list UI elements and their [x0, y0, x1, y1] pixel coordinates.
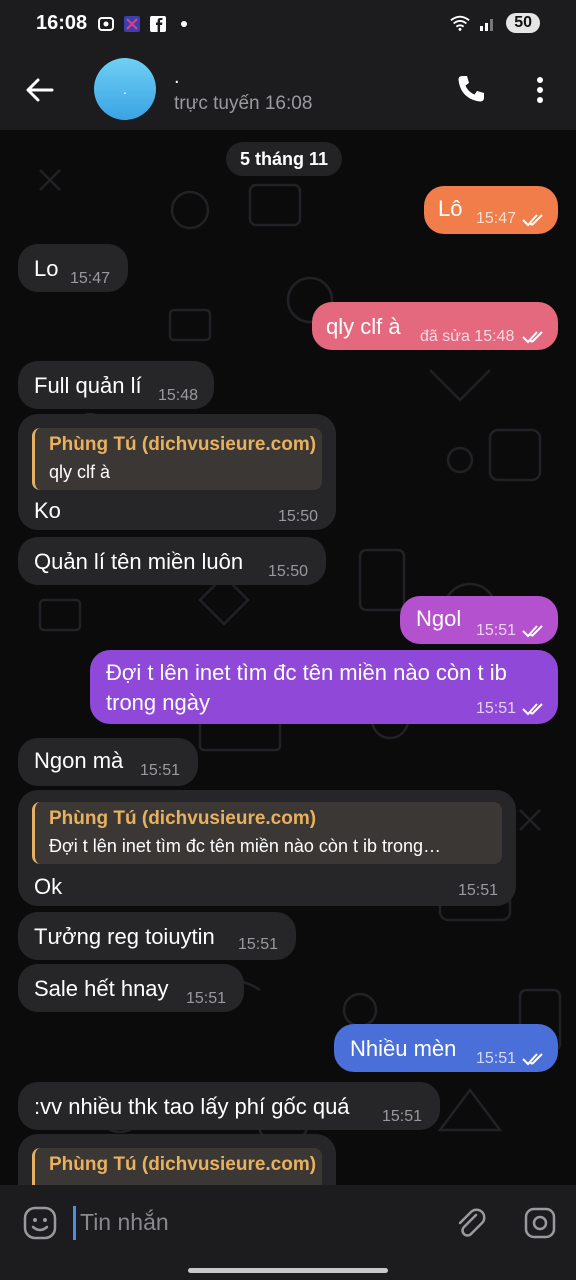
paperclip-icon	[458, 1208, 486, 1237]
message-bubble-incoming-reply[interactable]: Phùng Tú (dichvusieure.com) Đợi t lên in…	[18, 790, 516, 906]
wifi-icon	[450, 13, 470, 33]
double-check-icon	[522, 1053, 543, 1066]
chat-header: . . trực tuyến 16:08	[0, 52, 576, 130]
message-bubble-incoming-reply[interactable]: Phùng Tú (dichvusieure.com)	[18, 1134, 336, 1185]
message-time: đã sửa 15:48	[420, 328, 515, 345]
text-caret	[73, 1206, 76, 1240]
message-bubble-incoming[interactable]: Full quản lí 15:48	[18, 361, 214, 409]
message-text-line2: trong ngày	[106, 690, 210, 715]
reply-preview[interactable]: Phùng Tú (dichvusieure.com) Đợi t lên in…	[32, 802, 502, 864]
message-text: Lo	[34, 256, 59, 281]
message-time: 15:51	[476, 700, 517, 717]
message-text: Ko	[34, 498, 61, 523]
message-time: 15:51	[382, 1108, 423, 1125]
status-time: 16:08	[36, 12, 88, 34]
message-bubble-incoming[interactable]: Sale hết hnay 15:51	[18, 964, 244, 1012]
message-text: Đợi t lên inet tìm đc tên miền nào còn t…	[106, 660, 507, 685]
app-notification-icon	[122, 14, 142, 34]
navigation-handle[interactable]	[188, 1268, 388, 1273]
camera-button[interactable]	[522, 1205, 558, 1241]
status-bar: 16:08 50	[0, 0, 576, 52]
avatar[interactable]: .	[94, 58, 156, 120]
attach-button[interactable]	[452, 1205, 488, 1241]
message-time: 15:47	[476, 210, 517, 227]
battery-indicator: 50	[506, 13, 540, 33]
message-bubble-outgoing[interactable]: qly clf à đã sửa 15:48	[312, 302, 558, 350]
message-text: Quản lí tên miền luôn	[34, 549, 244, 574]
composer-bar	[0, 1185, 576, 1280]
message-time: 15:51	[140, 762, 181, 779]
message-bubble-outgoing[interactable]: Ngol 15:51	[400, 596, 558, 644]
emoji-button[interactable]	[22, 1205, 58, 1241]
facebook-icon	[148, 14, 168, 34]
message-time: 15:48	[158, 387, 199, 404]
message-text: Ngon mà	[34, 748, 124, 773]
online-status: trực tuyến 16:08	[174, 93, 313, 114]
message-text: :vv nhiều thk tao lấy phí gốc quá	[34, 1094, 350, 1119]
message-input[interactable]	[80, 1202, 440, 1242]
signal-icon	[478, 13, 498, 33]
reply-preview[interactable]: Phùng Tú (dichvusieure.com) qly clf à	[32, 428, 322, 490]
message-text: Ok	[34, 874, 63, 899]
message-text: qly clf à	[326, 314, 401, 339]
reply-author: Phùng Tú (dichvusieure.com)	[49, 808, 317, 829]
phone-icon	[458, 76, 484, 102]
message-time: 15:51	[476, 622, 517, 639]
camera-icon	[524, 1207, 556, 1239]
chat-title[interactable]: .	[174, 66, 180, 89]
double-check-icon	[522, 625, 543, 638]
message-time: 15:51	[458, 882, 499, 899]
emoji-icon	[23, 1206, 57, 1240]
message-text: Tưởng reg toiuytin	[34, 924, 215, 949]
message-time: 15:51	[476, 1050, 517, 1067]
message-time: 15:50	[268, 563, 309, 580]
screenshot-icon	[96, 14, 116, 34]
reply-preview[interactable]: Phùng Tú (dichvusieure.com)	[32, 1148, 322, 1185]
double-check-icon	[522, 703, 543, 716]
message-bubble-incoming-reply[interactable]: Phùng Tú (dichvusieure.com) qly clf à Ko…	[18, 414, 336, 530]
message-bubble-outgoing[interactable]: Nhiều mèn 15:51	[334, 1024, 558, 1072]
message-bubble-outgoing[interactable]: Lô 15:47	[424, 186, 558, 234]
call-button[interactable]	[454, 72, 488, 106]
reply-author: Phùng Tú (dichvusieure.com)	[49, 1154, 317, 1175]
back-button[interactable]	[22, 72, 58, 108]
message-bubble-incoming[interactable]: Tưởng reg toiuytin 15:51	[18, 912, 296, 960]
more-menu-button[interactable]	[526, 72, 554, 108]
message-bubble-incoming[interactable]: Quản lí tên miền luôn 15:50	[18, 537, 326, 585]
reply-text: Đợi t lên inet tìm đc tên miền nào còn t…	[49, 836, 441, 856]
arrow-left-icon	[26, 78, 54, 102]
date-separator: 5 tháng 11	[226, 142, 343, 176]
reply-text: qly clf à	[49, 462, 111, 482]
message-text: Sale hết hnay	[34, 976, 169, 1001]
message-time: 15:50	[278, 508, 319, 525]
message-bubble-outgoing[interactable]: Đợi t lên inet tìm đc tên miền nào còn t…	[90, 650, 558, 724]
dot-icon	[174, 14, 194, 34]
double-check-icon	[522, 331, 543, 344]
message-text: Lô	[438, 196, 463, 221]
message-text: Full quản lí	[34, 373, 142, 398]
message-time: 15:47	[70, 270, 111, 287]
message-list[interactable]: 5 tháng 11 Lô 15:47 Lo 15:47 qly clf à đ…	[0, 130, 576, 1185]
message-bubble-incoming[interactable]: :vv nhiều thk tao lấy phí gốc quá 15:51	[18, 1082, 440, 1130]
double-check-icon	[522, 214, 543, 227]
message-text: Nhiều mèn	[350, 1036, 457, 1061]
reply-author: Phùng Tú (dichvusieure.com)	[49, 434, 317, 455]
message-bubble-incoming[interactable]: Lo 15:47	[18, 244, 128, 292]
dots-vertical-icon	[537, 77, 543, 103]
message-text: Ngol	[416, 606, 462, 631]
message-time: 15:51	[186, 990, 227, 1007]
message-time: 15:51	[238, 936, 279, 953]
message-bubble-incoming[interactable]: Ngon mà 15:51	[18, 738, 198, 786]
